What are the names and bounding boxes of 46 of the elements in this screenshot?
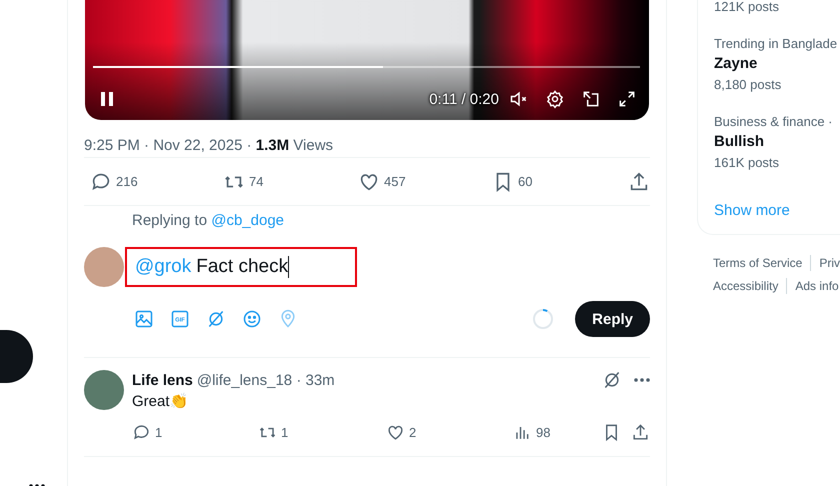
count-text: 74 <box>249 174 264 189</box>
count-text: 216 <box>116 174 138 189</box>
reply-text: Great👏 <box>132 392 190 412</box>
progress-ring-icon <box>531 307 556 331</box>
reply-icon[interactable] <box>132 423 151 442</box>
reply-input-field[interactable]: @grok Fact check <box>125 247 357 287</box>
avatar <box>84 370 124 410</box>
replying-to-text: Replying to @cb_doge <box>131 211 285 231</box>
post-count: 121K posts <box>714 0 780 16</box>
more-icon[interactable] <box>634 378 650 382</box>
slashed-circle-icon[interactable] <box>206 309 226 329</box>
post-timestamp: 9:25 PM · Nov 22, 2025 · 1.3M Views <box>84 120 650 158</box>
trend-title[interactable]: Zayne <box>714 53 840 75</box>
share-icon[interactable] <box>631 423 650 442</box>
footer-link[interactable]: Ads info <box>795 278 840 294</box>
count-text: 2 <box>409 425 416 440</box>
post-count: 8,180 posts <box>714 76 782 94</box>
footer-link[interactable]: Priv <box>819 255 840 271</box>
trend-context: Business & finance · <box>714 113 834 131</box>
author-handle: @life_lens_18 · 33m <box>196 372 335 388</box>
video-frame[interactable]: 0:11 / 0:20 <box>85 0 649 120</box>
count-text: 60 <box>518 174 532 189</box>
avatar <box>84 247 124 287</box>
count-text: 1 <box>155 425 162 440</box>
muted-speaker-icon[interactable] <box>509 89 529 109</box>
trend-context: Trending in Banglade <box>714 35 838 53</box>
heart-icon[interactable] <box>386 423 405 442</box>
count-text: 457 <box>384 174 406 189</box>
count-text: 98 <box>536 425 550 440</box>
image-icon[interactable] <box>134 309 154 329</box>
video-time: 0:11 / 0:20 <box>429 90 499 108</box>
footer-link[interactable]: Accessibility <box>713 278 788 294</box>
reply-button[interactable]: Reply <box>575 301 650 337</box>
share-icon[interactable] <box>628 170 650 192</box>
pause-icon[interactable] <box>99 91 115 107</box>
emoji-icon[interactable] <box>242 309 262 329</box>
footer-link[interactable]: Terms of Service <box>713 255 812 271</box>
settings-icon[interactable] <box>545 89 565 109</box>
count-text: 1 <box>281 425 288 440</box>
sidebar-button[interactable] <box>0 330 33 383</box>
slashed-circle-icon[interactable] <box>602 370 622 390</box>
trend-title[interactable]: Bullish <box>714 131 840 153</box>
picture-in-picture-icon[interactable] <box>581 89 601 109</box>
fullscreen-icon[interactable] <box>617 89 637 109</box>
author-name[interactable]: Life lens <box>132 372 193 388</box>
post-count: 161K posts <box>714 154 780 172</box>
